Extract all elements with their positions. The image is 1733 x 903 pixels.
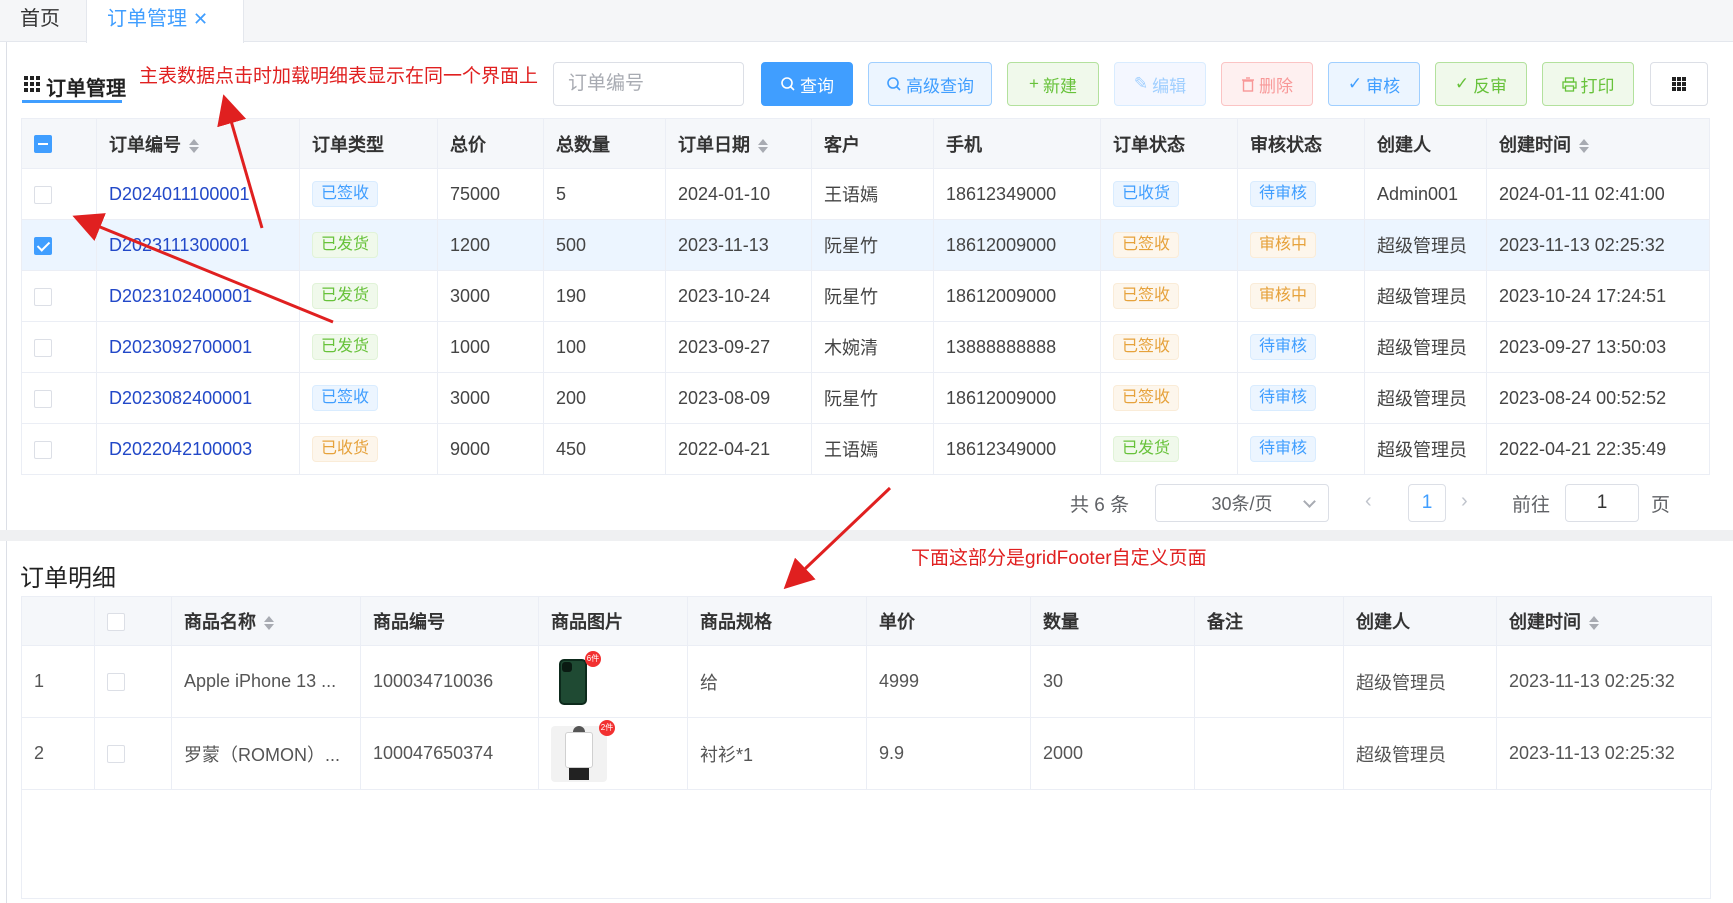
arrow-to-title [217, 94, 264, 229]
annotation-arrows [72, 94, 892, 590]
arrow-to-row [72, 213, 334, 324]
arrow-to-detail [783, 486, 892, 590]
